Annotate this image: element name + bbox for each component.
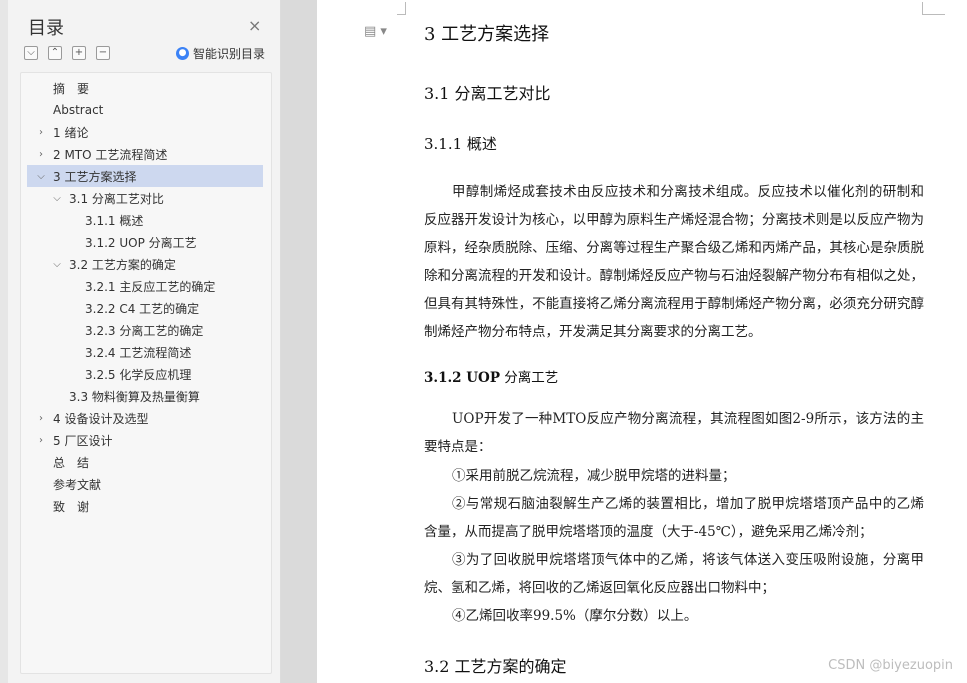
- toc-item-label: 1 绪论: [53, 125, 89, 140]
- toc-item[interactable]: 3.1.2 UOP 分离工艺: [27, 231, 263, 253]
- toc-item-label: 3.2.1 主反应工艺的确定: [85, 279, 216, 294]
- document-page: ▤ ▾ 3 工艺方案选择 3.1 分离工艺对比 3.1.1 概述 甲醇制烯烃成套…: [317, 0, 967, 683]
- remove-heading-button[interactable]: −: [96, 46, 110, 60]
- toc-item-label: 3.1.1 概述: [85, 213, 144, 228]
- expand-toggle-icon[interactable]: ›: [33, 127, 49, 138]
- toc-item[interactable]: 3.2.3 分离工艺的确定: [27, 319, 263, 341]
- heading-subsection: 3.1.1 概述: [424, 135, 497, 153]
- close-icon[interactable]: ×: [248, 16, 261, 35]
- sidebar-gap: [281, 0, 317, 683]
- toc-item[interactable]: › 1 绪论: [27, 121, 263, 143]
- toc-item-label: 3.2.2 C4 工艺的确定: [85, 301, 200, 316]
- toc-item[interactable]: › 5 厂区设计: [27, 429, 263, 451]
- toc-item[interactable]: ⌵ 3.1 分离工艺对比: [27, 187, 263, 209]
- smart-toc-button[interactable]: ● 智能识别目录: [176, 45, 265, 62]
- toc-item-label: 总 结: [53, 455, 90, 470]
- toc-item[interactable]: ⌵ 3.2 工艺方案的确定: [27, 253, 263, 275]
- toc-item[interactable]: ⌵ 3 工艺方案选择: [27, 165, 263, 187]
- document-icon[interactable]: ▤ ▾: [364, 24, 387, 39]
- heading-uop-bold: 3.1.2 UOP: [424, 370, 500, 386]
- expand-toggle-icon[interactable]: ›: [33, 435, 49, 446]
- list-item: ②与常规石脑油裂解生产乙烯的装置相比，增加了脱甲烷塔塔顶产品中的乙烯含量，从而提…: [424, 496, 924, 540]
- list-item: ①采用前脱乙烷流程，减少脱甲烷塔的进料量；: [452, 468, 736, 484]
- expand-toggle-icon[interactable]: ⌵: [33, 171, 49, 182]
- paragraph-overview: 甲醇制烯烃成套技术由反应技术和分离技术组成。反应技术以催化剂的研制和反应器开发设…: [424, 184, 924, 340]
- toc-item[interactable]: › 2 MTO 工艺流程简述: [27, 143, 263, 165]
- watermark: CSDN @biyezuopin: [828, 658, 953, 673]
- toc-item[interactable]: 3.2.1 主反应工艺的确定: [27, 275, 263, 297]
- page-corner-mark: [397, 2, 406, 15]
- toc-item-label: 4 设备设计及选型: [53, 411, 149, 426]
- toc-item[interactable]: 3.1.1 概述: [27, 209, 263, 231]
- toc-item-label: 5 厂区设计: [53, 433, 113, 448]
- heading-uop: 3.1.2 UOP 分离工艺: [424, 366, 558, 386]
- heading-section-next: 3.2 工艺方案的确定: [424, 657, 567, 676]
- toc-item-label: 3.1 分离工艺对比: [69, 191, 164, 206]
- toc-item-label: 3.1.2 UOP 分离工艺: [85, 235, 197, 250]
- toc-sidebar: 目录 × ⌵ ⌃ + − ● 智能识别目录 摘 要 Abstract › 1 绪论 › 2…: [0, 0, 281, 683]
- toc-item[interactable]: 3.2.2 C4 工艺的确定: [27, 297, 263, 319]
- toc-item-label: 3.2.5 化学反应机理: [85, 367, 192, 382]
- list-item: ③为了回收脱甲烷塔塔顶气体中的乙烯，将该气体送入变压吸附设施，分离甲烷、氢和乙烯…: [424, 552, 924, 596]
- list-item: ④乙烯回收率99.5%（摩尔分数）以上。: [452, 608, 698, 624]
- add-heading-button[interactable]: +: [72, 46, 86, 60]
- paragraph-uop: UOP开发了一种MTO反应产物分离流程，其流程图如图2-9所示，该方法的主要特点…: [424, 411, 924, 455]
- expand-toggle-icon[interactable]: ⌵: [49, 193, 65, 204]
- toc-item[interactable]: Abstract: [27, 99, 263, 121]
- toc-tree: 摘 要 Abstract › 1 绪论 › 2 MTO 工艺流程简述 ⌵ 3 工艺方案选择 ⌵ 3…: [20, 72, 272, 674]
- expand-toggle-icon[interactable]: ›: [33, 149, 49, 160]
- toc-item-label: 3.2.4 工艺流程简述: [85, 345, 192, 360]
- toc-item-label: 参考文献: [53, 477, 102, 492]
- toc-item-label: 2 MTO 工艺流程简述: [53, 147, 168, 162]
- heading-section: 3.1 分离工艺对比: [424, 84, 551, 103]
- toc-item[interactable]: 3.2.5 化学反应机理: [27, 363, 263, 385]
- toc-item[interactable]: 致 谢: [27, 495, 263, 517]
- toc-item-label: 3.3 物料衡算及热量衡算: [69, 389, 200, 404]
- page-corner-mark: [922, 2, 945, 15]
- toc-toolbar: ⌵ ⌃ + −: [24, 46, 110, 60]
- expand-toggle-icon[interactable]: ⌵: [49, 259, 65, 270]
- toc-item[interactable]: 总 结: [27, 451, 263, 473]
- toc-item-label: 3.2 工艺方案的确定: [69, 257, 176, 272]
- toc-item-label: Abstract: [53, 103, 104, 117]
- sidebar-title: 目录: [28, 18, 64, 39]
- toc-item[interactable]: 3.3 物料衡算及热量衡算: [27, 385, 263, 407]
- toc-item-label: 3 工艺方案选择: [53, 169, 137, 184]
- toc-item-label: 摘 要: [53, 81, 90, 96]
- heading-chapter: 3 工艺方案选择: [424, 24, 550, 45]
- toc-item-label: 致 谢: [53, 499, 90, 514]
- toc-item[interactable]: 参考文献: [27, 473, 263, 495]
- toc-item[interactable]: 3.2.4 工艺流程简述: [27, 341, 263, 363]
- toc-item[interactable]: › 4 设备设计及选型: [27, 407, 263, 429]
- sidebar-edge: [0, 0, 8, 683]
- toc-item-label: 3.2.3 分离工艺的确定: [85, 323, 204, 338]
- collapse-all-button[interactable]: ⌵: [24, 46, 38, 60]
- expand-toggle-icon[interactable]: ›: [33, 413, 49, 424]
- heading-uop-rest: 分离工艺: [499, 370, 559, 386]
- expand-up-button[interactable]: ⌃: [48, 46, 62, 60]
- smart-toc-label: 智能识别目录: [193, 47, 266, 61]
- toc-item[interactable]: 摘 要: [27, 77, 263, 99]
- smart-toc-icon: ●: [176, 47, 189, 60]
